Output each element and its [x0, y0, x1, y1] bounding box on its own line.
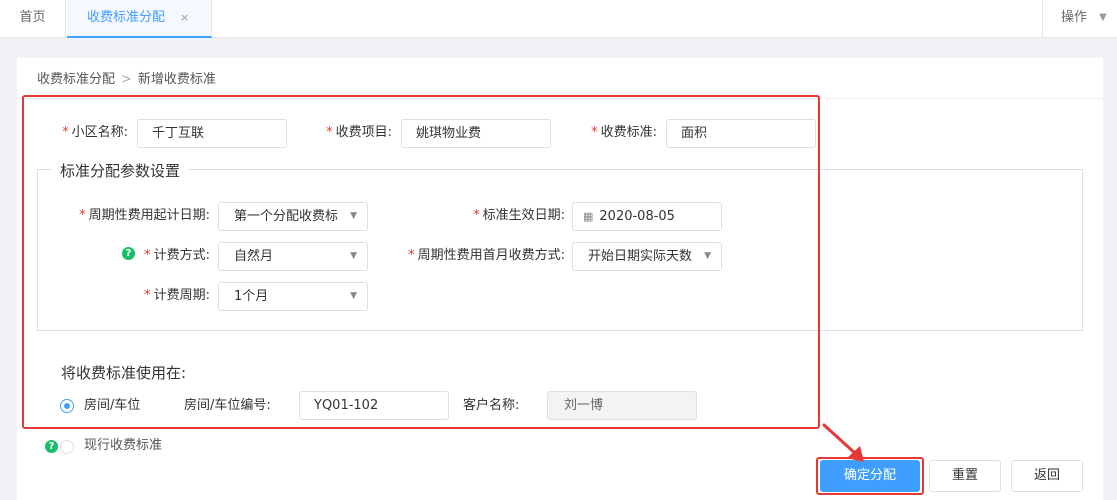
tab-active-label: 收费标准分配 — [87, 10, 166, 25]
breadcrumb: 收费标准分配 > 新增收费标准 — [37, 68, 216, 87]
form-highlight — [22, 95, 820, 429]
breadcrumb-current: 新增收费标准 — [137, 72, 216, 87]
help-icon[interactable]: ? — [45, 440, 58, 453]
close-icon[interactable]: × — [180, 0, 189, 36]
current-standard-label[interactable]: 现行收费标准 — [84, 436, 162, 456]
back-button[interactable]: 返回 — [1011, 460, 1083, 492]
breadcrumb-parent[interactable]: 收费标准分配 — [37, 72, 115, 87]
arrow-icon — [822, 423, 864, 462]
reset-button[interactable]: 重置 — [929, 460, 1001, 492]
chevron-right-icon: > — [121, 72, 132, 87]
tab-home-label: 首页 — [19, 10, 46, 25]
operations-menu[interactable]: 操作 ▼ — [1042, 0, 1117, 38]
operations-label: 操作 — [1061, 10, 1088, 25]
caret-down-icon: ▼ — [1099, 12, 1107, 23]
tab-home[interactable]: 首页 — [0, 0, 66, 38]
tab-bar: 首页 收费标准分配 × 操作 ▼ — [0, 0, 1117, 38]
tab-fee-standard-allocation[interactable]: 收费标准分配 × — [67, 0, 212, 38]
current-standard-radio[interactable] — [60, 440, 74, 454]
